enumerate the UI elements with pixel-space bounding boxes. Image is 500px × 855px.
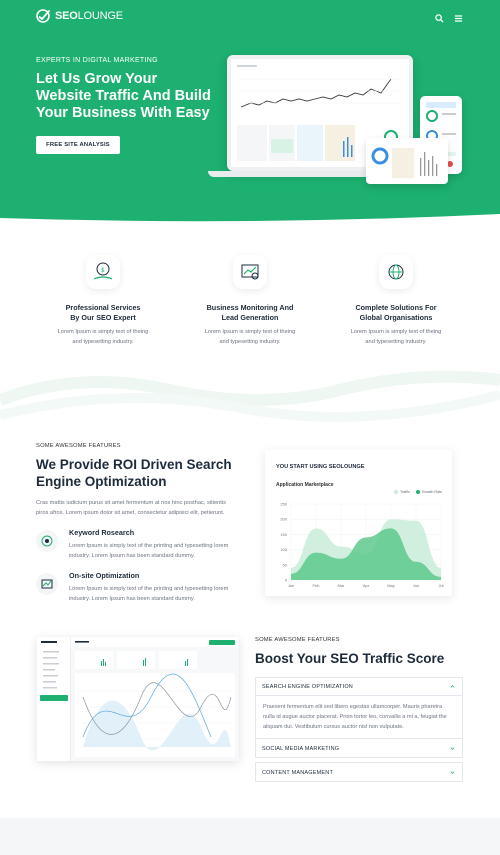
y-tick-label: 0 [285,578,288,583]
roi-title: We Provide ROI Driven Search Engine Optim… [36,457,232,489]
item-desc-onsite: Lorem Ipsum is simply text of the printi… [69,586,229,602]
y-tick-label: 50 [283,562,288,567]
dash-main [71,637,239,761]
item-title-keyword: Keyword Rosearch [69,528,135,537]
accordion-label: SEARCH ENGINE OPTIMIZATION [262,684,353,690]
feature-desc: Lorem Ipsum is simply text of theing and … [204,329,296,345]
free-site-analysis-button[interactable]: FREE SITE ANALYSIS [36,136,120,154]
roi-kicker: SOME AWESOME FEATURES [36,443,121,449]
dashboard-mockup [37,637,239,761]
feature-card-professional: $ Professional Services By Our SEO Expert… [23,255,183,347]
chevron-down-icon [450,771,455,774]
y-tick-label: 150 [280,532,287,537]
feature-title: Business Monitoring And Lead Generation [206,303,294,322]
boost-title: Boost Your SEO Traffic Score [255,651,445,666]
chevron-down-icon [450,747,455,750]
header-actions [435,10,463,23]
chevron-up-icon [450,685,455,688]
hero-kicker: EXPERTS IN DIGITAL MARKETING [36,57,158,64]
decorative-wave [0,370,500,422]
accordion-label: SOCIAL MEDIA MARKETING [262,746,340,752]
accordion-body: Praesent fermentum elit sed libero egest… [263,704,447,730]
x-tick-label: Mar [338,583,346,588]
brand-logo[interactable]: SEOLOUNGE [36,9,123,23]
roi-paragraph: Cras mattis iudicium purus sit amet ferm… [36,500,226,516]
svg-text:$: $ [101,267,105,274]
item-desc-keyword: Lorem Ipsum is simply text of the printi… [69,543,229,559]
marketplace-area-chart: 0 50 100 150 200 250 Jan Feb Mar Apr May Jun Jul [280,502,443,589]
y-tick-label: 100 [280,547,287,552]
accordion-item-content[interactable]: CONTENT MANAGEMENT [255,762,463,782]
feature-title: Professional Services By Our SEO Expert [65,303,141,322]
feature-card-solutions: Complete Solutions For Global Organisatio… [316,255,476,347]
x-tick-label: Jul [438,583,443,588]
feature-card-monitoring: Business Monitoring And Lead Generation L… [170,255,330,347]
floating-stat-card [366,138,448,184]
x-tick-label: Feb [313,583,321,588]
accordion-item-social[interactable]: SOCIAL MEDIA MARKETING [255,738,463,758]
x-tick-label: Jun [413,583,419,588]
floating-card-chart [371,147,438,178]
hero-section: SEOLOUNGE EXPERTS IN DIGITAL MARKETING L… [0,0,500,224]
feature-title: Complete Solutions For Global Organisatio… [355,303,437,322]
x-tick-label: Apr [363,583,370,588]
feature-desc: Lorem Ipsum is simply text of theing and … [57,329,149,345]
onsite-chart-icon [36,573,58,595]
hero-title: Let Us Grow Your Website Traffic And Bui… [36,71,211,121]
accordion-item-seo[interactable]: SEARCH ENGINE OPTIMIZATION [255,677,463,696]
hero-bottom-wave [0,214,500,224]
y-tick-label: 250 [280,502,287,507]
menu-icon[interactable] [454,10,463,22]
monitoring-search-icon [233,255,267,289]
x-tick-label: Jan [288,583,294,588]
footer-band [0,818,500,855]
item-title-onsite: On-site Optimization [69,571,140,580]
search-icon[interactable] [435,10,444,23]
accordion-panel-seo: Praesent fermentum elit sed libero egest… [255,696,463,738]
x-tick-label: May [387,583,395,588]
brand-name: SEOLOUNGE [55,10,123,22]
keyword-target-icon [36,530,58,552]
global-target-icon [379,255,413,289]
accordion-label: CONTENT MANAGEMENT [262,770,334,776]
y-tick-label: 200 [280,517,287,522]
landing-page: SEOLOUNGE EXPERTS IN DIGITAL MARKETING L… [0,0,500,855]
dash-sidebar [37,637,71,761]
logo-mark-icon [36,9,50,23]
boost-kicker: SOME AWESOME FEATURES [255,637,340,643]
money-hand-icon: $ [86,255,120,289]
marketplace-chart-card: YOU START USING SEOLOUNGE Application Ma… [265,450,452,596]
feature-desc: Lorem Ipsum is simply text of theing and … [350,329,442,345]
